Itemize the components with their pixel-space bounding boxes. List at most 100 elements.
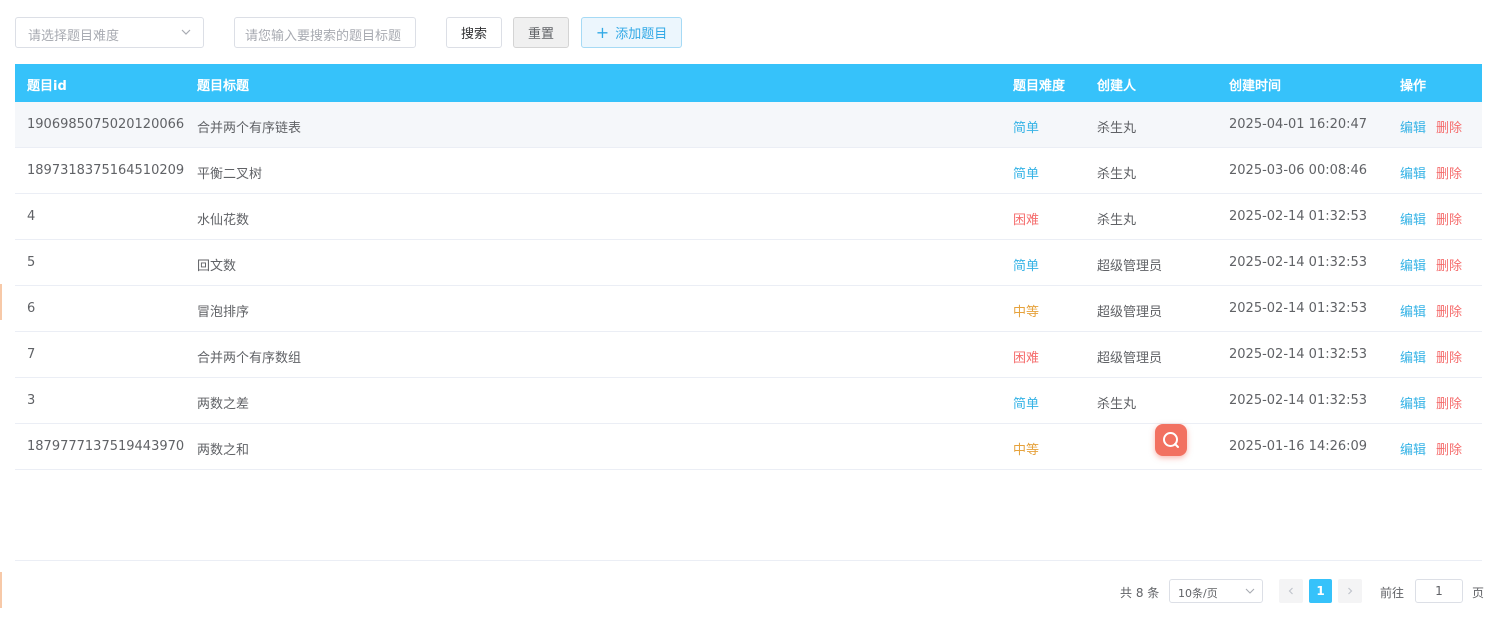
header-id: 题目id bbox=[27, 79, 67, 94]
cell-title: 合并两个有序链表 bbox=[197, 121, 302, 136]
table-bottom-divider bbox=[15, 560, 1482, 561]
left-edge-marker bbox=[0, 284, 2, 320]
edit-link[interactable]: 编辑 bbox=[1400, 351, 1426, 366]
cell-title: 平衡二叉树 bbox=[197, 167, 263, 182]
edit-link[interactable]: 编辑 bbox=[1400, 167, 1426, 182]
cell-created-at: 2025-03-06 00:08:46 bbox=[1229, 163, 1368, 178]
cell-ops: 编辑 删除 bbox=[1400, 439, 1462, 458]
table-row: 1897318375164510209 平衡二叉树 简单 杀生丸 2025-03-06 … bbox=[15, 148, 1482, 194]
cell-title: 两数之差 bbox=[197, 397, 250, 412]
chevron-down-icon bbox=[181, 29, 191, 35]
cell-difficulty: 中等 bbox=[1013, 443, 1040, 458]
prev-page-button[interactable] bbox=[1279, 579, 1303, 603]
cell-creator: 超级管理员 bbox=[1097, 351, 1163, 366]
cell-created-at: 2025-02-14 01:32:53 bbox=[1229, 301, 1368, 316]
delete-link[interactable]: 删除 bbox=[1436, 443, 1462, 458]
cell-difficulty: 困难 bbox=[1013, 351, 1040, 366]
delete-link[interactable]: 删除 bbox=[1436, 259, 1462, 274]
left-edge-marker bbox=[0, 572, 2, 608]
cell-id: 5 bbox=[27, 255, 36, 270]
header-creator: 创建人 bbox=[1097, 79, 1137, 94]
cell-ops: 编辑 删除 bbox=[1400, 347, 1462, 366]
cell-id: 7 bbox=[27, 347, 36, 362]
pagination-total: 共 8 条 bbox=[1120, 586, 1160, 600]
edit-link[interactable]: 编辑 bbox=[1400, 121, 1426, 136]
delete-link[interactable]: 删除 bbox=[1436, 213, 1462, 228]
cell-difficulty: 简单 bbox=[1013, 397, 1040, 412]
page-size-select[interactable]: 10条/页 bbox=[1169, 579, 1263, 603]
edit-link[interactable]: 编辑 bbox=[1400, 443, 1426, 458]
cell-creator: 杀生丸 bbox=[1097, 213, 1137, 228]
cell-id: 6 bbox=[27, 301, 36, 316]
toolbar: 请选择题目难度 请您输入要搜索的题目标题 搜索 重置 + 添加题目 bbox=[15, 17, 1475, 48]
header-created-at: 创建时间 bbox=[1229, 79, 1282, 94]
table-row: 4 水仙花数 困难 杀生丸 2025-02-14 01:32:53 编辑 删除 bbox=[15, 194, 1482, 240]
pagination: 共 8 条 10条/页 1 前往 1 页 bbox=[1120, 579, 1485, 603]
chevron-right-icon bbox=[1348, 587, 1353, 595]
cell-created-at: 2025-02-14 01:32:53 bbox=[1229, 393, 1368, 408]
search-icon bbox=[1163, 432, 1179, 448]
next-page-button[interactable] bbox=[1338, 579, 1362, 603]
cell-creator: 杀生丸 bbox=[1097, 397, 1137, 412]
difficulty-select-placeholder: 请选择题目难度 bbox=[28, 29, 120, 44]
difficulty-select[interactable]: 请选择题目难度 bbox=[15, 17, 204, 48]
cell-creator: 杀生丸 bbox=[1097, 121, 1137, 136]
edit-link[interactable]: 编辑 bbox=[1400, 305, 1426, 320]
question-table: 题目id 题目标题 题目难度 创建人 创建时间 操作 1906985075020… bbox=[15, 64, 1482, 470]
search-input-placeholder: 请您输入要搜索的题目标题 bbox=[245, 29, 402, 44]
cell-title: 冒泡排序 bbox=[197, 305, 250, 320]
floating-search-button[interactable] bbox=[1155, 424, 1187, 456]
cell-id: 1879777137519443970 bbox=[27, 439, 185, 454]
page-number-current[interactable]: 1 bbox=[1309, 579, 1332, 603]
table-row: 7 合并两个有序数组 困难 超级管理员 2025-02-14 01:32:53 编辑 删除 bbox=[15, 332, 1482, 378]
cell-created-at: 2025-02-14 01:32:53 bbox=[1229, 255, 1368, 270]
edit-link[interactable]: 编辑 bbox=[1400, 259, 1426, 274]
cell-difficulty: 简单 bbox=[1013, 167, 1040, 182]
delete-link[interactable]: 删除 bbox=[1436, 351, 1462, 366]
cell-difficulty: 简单 bbox=[1013, 259, 1040, 274]
header-title: 题目标题 bbox=[197, 79, 250, 94]
header-ops: 操作 bbox=[1400, 79, 1427, 94]
header-difficulty: 题目难度 bbox=[1013, 79, 1066, 94]
cell-title: 合并两个有序数组 bbox=[197, 351, 302, 366]
delete-link[interactable]: 删除 bbox=[1436, 397, 1462, 412]
cell-created-at: 2025-01-16 14:26:09 bbox=[1229, 439, 1368, 454]
cell-difficulty: 困难 bbox=[1013, 213, 1040, 228]
delete-link[interactable]: 删除 bbox=[1436, 167, 1462, 182]
table-row: 1906985075020120066 合并两个有序链表 简单 杀生丸 2025-04-… bbox=[15, 102, 1482, 148]
cell-ops: 编辑 删除 bbox=[1400, 393, 1462, 412]
chevron-down-icon bbox=[1245, 588, 1255, 594]
table-row: 5 回文数 简单 超级管理员 2025-02-14 01:32:53 编辑 删除 bbox=[15, 240, 1482, 286]
cell-id: 1897318375164510209 bbox=[27, 163, 185, 178]
cell-ops: 编辑 删除 bbox=[1400, 301, 1462, 320]
delete-link[interactable]: 删除 bbox=[1436, 305, 1462, 320]
cell-ops: 编辑 删除 bbox=[1400, 117, 1462, 136]
cell-difficulty: 简单 bbox=[1013, 121, 1040, 136]
table-body: 1906985075020120066 合并两个有序链表 简单 杀生丸 2025-04-… bbox=[15, 102, 1482, 470]
add-question-label: 添加题目 bbox=[615, 27, 668, 42]
edit-link[interactable]: 编辑 bbox=[1400, 213, 1426, 228]
add-question-button[interactable]: + 添加题目 bbox=[581, 17, 682, 48]
page-size-value: 10条/页 bbox=[1178, 587, 1218, 600]
goto-label: 前往 bbox=[1380, 586, 1405, 600]
reset-button[interactable]: 重置 bbox=[513, 17, 569, 48]
cell-ops: 编辑 删除 bbox=[1400, 209, 1462, 228]
cell-created-at: 2025-02-14 01:32:53 bbox=[1229, 209, 1368, 224]
cell-ops: 编辑 删除 bbox=[1400, 255, 1462, 274]
plus-icon: + bbox=[595, 22, 610, 42]
goto-page-suffix: 页 bbox=[1472, 586, 1485, 600]
cell-ops: 编辑 删除 bbox=[1400, 163, 1462, 182]
cell-creator: 超级管理员 bbox=[1097, 259, 1163, 274]
cell-title: 两数之和 bbox=[197, 443, 250, 458]
edit-link[interactable]: 编辑 bbox=[1400, 397, 1426, 412]
table-row: 1879777137519443970 两数之和 中等 2025-01-16 14:2… bbox=[15, 424, 1482, 470]
search-button[interactable]: 搜索 bbox=[446, 17, 502, 48]
cell-title: 水仙花数 bbox=[197, 213, 250, 228]
chevron-left-icon bbox=[1288, 587, 1293, 595]
cell-id: 3 bbox=[27, 393, 36, 408]
search-input[interactable]: 请您输入要搜索的题目标题 bbox=[234, 17, 416, 48]
delete-link[interactable]: 删除 bbox=[1436, 121, 1462, 136]
cell-id: 1906985075020120066 bbox=[27, 117, 185, 132]
goto-page-input[interactable]: 1 bbox=[1415, 579, 1463, 603]
cell-creator: 杀生丸 bbox=[1097, 167, 1137, 182]
